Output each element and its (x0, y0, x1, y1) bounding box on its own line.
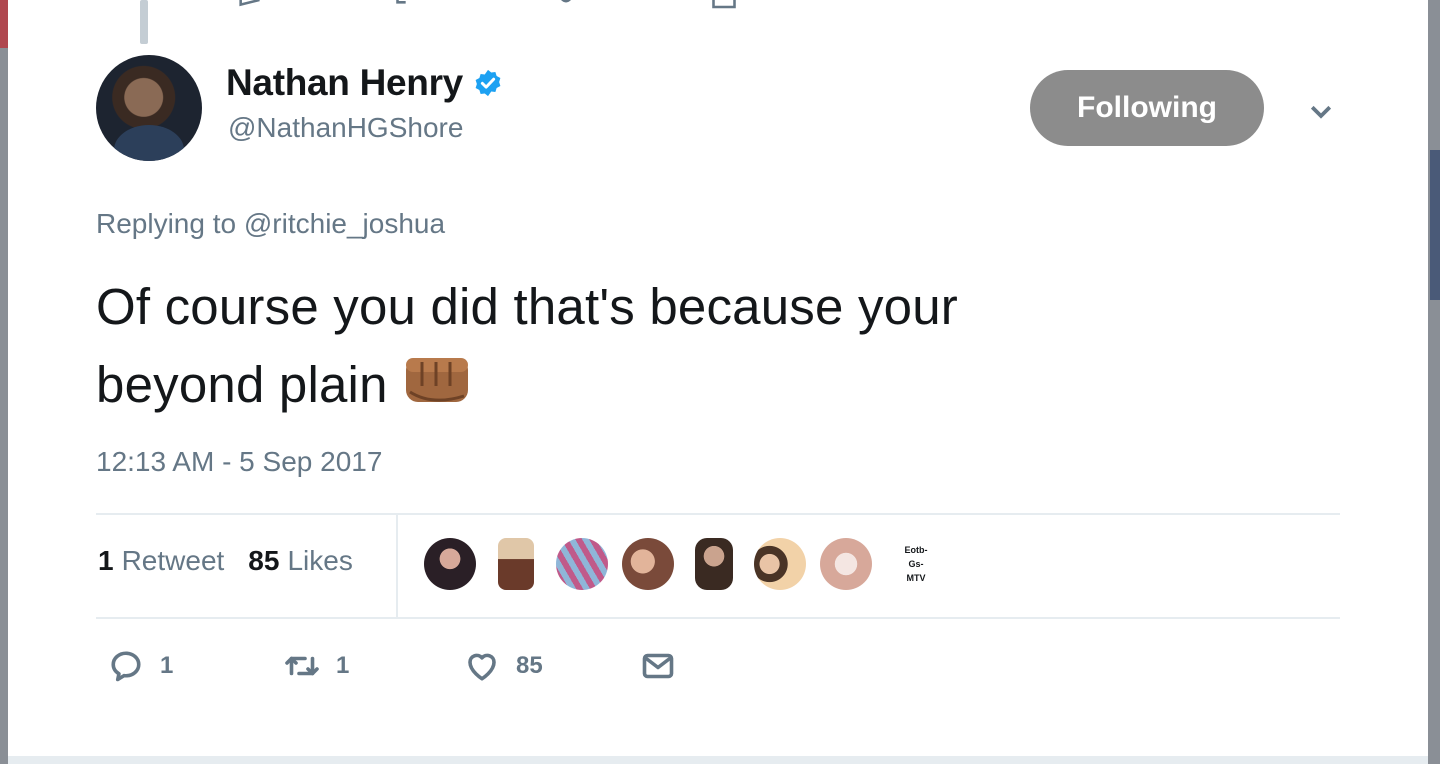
verified-badge-icon (475, 69, 501, 97)
author-handle[interactable]: @NathanHGShore (228, 112, 463, 144)
liker-avatar[interactable] (556, 538, 608, 590)
oncoming-fist-icon (405, 358, 468, 402)
engagement-stats: 1 Retweet 85 Likes (98, 545, 353, 577)
tweet-text-line-2: beyond plain (96, 356, 388, 413)
retweet-icon (285, 656, 319, 676)
author-name[interactable]: Nathan Henry (226, 62, 463, 104)
tweet-card: Nathan Henry @NathanHGShore Following Re… (8, 0, 1428, 764)
likes-stat[interactable]: 85 Likes (248, 545, 353, 577)
background-edge-accent-right (1430, 150, 1440, 300)
thread-connector-line (140, 0, 148, 44)
tweet-actions: 1 1 85 (108, 648, 676, 684)
reply-count: 1 (160, 652, 174, 679)
replying-to-label: Replying to (96, 208, 237, 239)
retweet-count: 1 (336, 652, 350, 679)
author-avatar[interactable] (96, 55, 202, 161)
retweet-icon[interactable] (394, 0, 422, 14)
heart-icon[interactable] (552, 0, 580, 14)
liker-avatar[interactable] (754, 538, 806, 590)
reply-button[interactable]: 1 (108, 648, 284, 684)
envelope-icon[interactable] (710, 0, 738, 14)
like-button[interactable]: 85 (464, 648, 640, 684)
tweet-text: Of course you did that's because your be… (96, 268, 1236, 424)
heart-icon (468, 653, 496, 681)
liker-avatar[interactable] (498, 538, 534, 590)
retweet-button[interactable]: 1 (284, 648, 464, 684)
envelope-icon (642, 653, 674, 679)
direct-message-button[interactable] (640, 648, 676, 684)
author-name-row[interactable]: Nathan Henry (226, 62, 503, 104)
chevron-down-icon[interactable] (1306, 96, 1336, 126)
replying-to-line: Replying to @ritchie_joshua (96, 208, 445, 240)
retweet-stat[interactable]: 1 Retweet (98, 545, 224, 577)
stats-divider (396, 515, 398, 617)
liker-avatar[interactable] (622, 538, 674, 590)
reply-mention-link[interactable]: @ritchie_joshua (244, 208, 445, 239)
divider (96, 513, 1340, 515)
liker-avatars: Eotb- Gs- MTV (424, 538, 942, 590)
reply-icon (111, 651, 141, 682)
liker-avatar[interactable] (820, 538, 872, 590)
divider (96, 617, 1340, 619)
liker-avatar-text[interactable]: Eotb- Gs- MTV (890, 538, 942, 590)
like-count: 85 (516, 652, 543, 679)
background-edge-accent (0, 0, 8, 48)
tweet-text-line-1: Of course you did that's because your (96, 278, 958, 335)
following-button[interactable]: Following (1030, 70, 1264, 146)
liker-avatar[interactable] (424, 538, 476, 590)
card-bottom-edge (8, 756, 1428, 764)
reply-icon[interactable] (236, 0, 264, 14)
tweet-timestamp[interactable]: 12:13 AM - 5 Sep 2017 (96, 446, 382, 478)
liker-avatar[interactable] (695, 538, 733, 590)
previous-tweet-actions (236, 0, 738, 14)
